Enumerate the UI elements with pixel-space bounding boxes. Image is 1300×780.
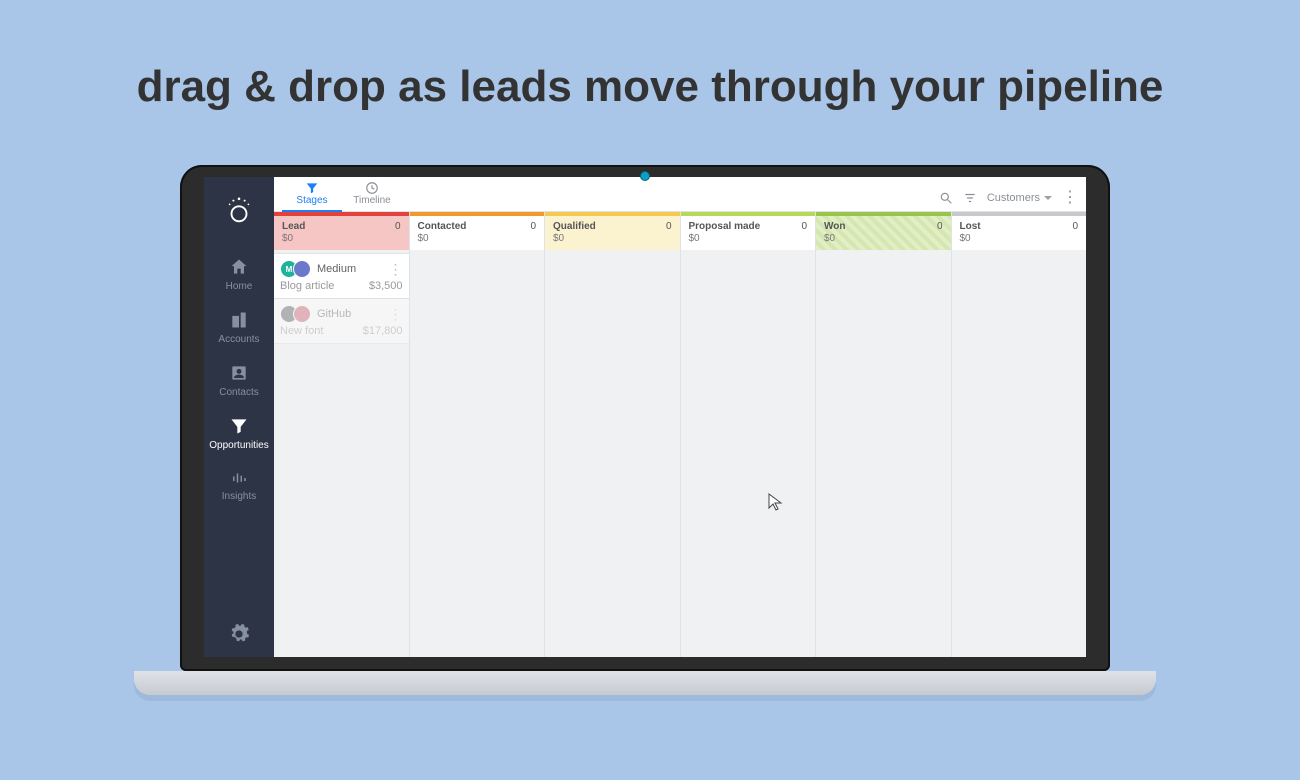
sidebar-item-opportunities[interactable]: Opportunities (204, 406, 274, 459)
page-headline: drag & drop as leads move through your p… (0, 62, 1300, 112)
sidebar: Home Accounts Contacts Opportunities Ins… (204, 177, 274, 657)
sidebar-item-accounts[interactable]: Accounts (204, 300, 274, 353)
chevron-down-icon (1044, 196, 1052, 200)
building-icon (228, 310, 250, 330)
sidebar-item-home[interactable]: Home (204, 247, 274, 300)
column-count: 0 (1072, 221, 1078, 232)
camera-dot (640, 171, 650, 181)
laptop-mockup: Home Accounts Contacts Opportunities Ins… (180, 165, 1110, 695)
filter-lines-icon[interactable] (963, 191, 977, 205)
column-header: Qualified 0 $0 (545, 212, 680, 250)
app-screen: Home Accounts Contacts Opportunities Ins… (204, 177, 1086, 657)
search-icon[interactable] (939, 191, 953, 205)
column-header: Lead 0 $0 (274, 212, 409, 250)
avatar-stack (280, 305, 311, 323)
column-amount: $0 (418, 233, 537, 244)
avatar-stack: M (280, 260, 311, 278)
sidebar-item-label: Contacts (219, 387, 258, 398)
sidebar-item-label: Home (226, 281, 253, 292)
tab-stages[interactable]: Stages (282, 181, 342, 212)
card-company: Medium (317, 263, 356, 275)
sidebar-item-label: Accounts (218, 334, 259, 345)
opportunity-card[interactable]: GitHub ⋮ New font $17,800 (274, 298, 409, 344)
opportunity-card[interactable]: M Medium ⋮ Blog article $3,500 (274, 253, 409, 299)
column-title: Contacted (418, 221, 467, 232)
column-header: Proposal made 0 $0 (681, 212, 816, 250)
funnel-icon (228, 416, 250, 436)
column-count: 0 (395, 221, 401, 232)
view-tab-label: Timeline (353, 195, 390, 206)
filter-dropdown-label: Customers (987, 192, 1040, 204)
settings-button[interactable] (228, 623, 250, 645)
more-menu-button[interactable]: ⋮ (1062, 192, 1078, 204)
column-cards: M Medium ⋮ Blog article $3,500 (274, 250, 409, 344)
column-count: 0 (801, 221, 807, 232)
insights-icon (228, 469, 250, 487)
column-header: Contacted 0 $0 (410, 212, 545, 250)
sidebar-item-contacts[interactable]: Contacts (204, 353, 274, 406)
column-lost[interactable]: Lost 0 $0 (952, 212, 1087, 657)
column-header: Won 0 $0 (816, 212, 951, 250)
column-title: Proposal made (689, 221, 761, 232)
card-value: $17,800 (363, 325, 403, 337)
column-proposal[interactable]: Proposal made 0 $0 (681, 212, 817, 657)
pipeline-board: Lead 0 $0 M Medium (274, 212, 1086, 657)
laptop-base (134, 671, 1156, 695)
funnel-small-icon (305, 181, 319, 195)
sidebar-item-label: Opportunities (209, 440, 268, 451)
column-header: Lost 0 $0 (952, 212, 1087, 250)
card-more-button[interactable]: ⋮ (389, 264, 403, 274)
card-more-button[interactable]: ⋮ (389, 309, 403, 319)
gear-icon (228, 623, 250, 645)
main-area: Stages Timeline Customers ⋮ (274, 177, 1086, 657)
contact-icon (228, 363, 250, 383)
column-amount: $0 (689, 233, 808, 244)
column-amount: $0 (553, 233, 672, 244)
app-logo-icon (224, 195, 254, 225)
avatar (293, 260, 311, 278)
clock-icon (365, 181, 379, 195)
view-tab-label: Stages (296, 195, 327, 206)
card-subject: Blog article (280, 280, 334, 292)
column-qualified[interactable]: Qualified 0 $0 (545, 212, 681, 657)
column-count: 0 (530, 221, 536, 232)
filter-dropdown[interactable]: Customers (987, 192, 1052, 204)
column-amount: $0 (282, 233, 401, 244)
column-count: 0 (666, 221, 672, 232)
column-title: Lead (282, 221, 305, 232)
column-count: 0 (937, 221, 943, 232)
home-icon (228, 257, 250, 277)
tab-timeline[interactable]: Timeline (342, 181, 402, 212)
column-amount: $0 (824, 233, 943, 244)
card-subject: New font (280, 325, 323, 337)
column-title: Lost (960, 221, 981, 232)
column-title: Won (824, 221, 845, 232)
column-won[interactable]: Won 0 $0 (816, 212, 952, 657)
avatar (293, 305, 311, 323)
column-amount: $0 (960, 233, 1079, 244)
sidebar-item-label: Insights (222, 491, 256, 502)
sidebar-item-insights[interactable]: Insights (204, 459, 274, 510)
card-company: GitHub (317, 308, 351, 320)
column-title: Qualified (553, 221, 596, 232)
column-contacted[interactable]: Contacted 0 $0 (410, 212, 546, 657)
column-lead[interactable]: Lead 0 $0 M Medium (274, 212, 410, 657)
card-value: $3,500 (369, 280, 403, 292)
top-bar: Stages Timeline Customers ⋮ (274, 177, 1086, 212)
